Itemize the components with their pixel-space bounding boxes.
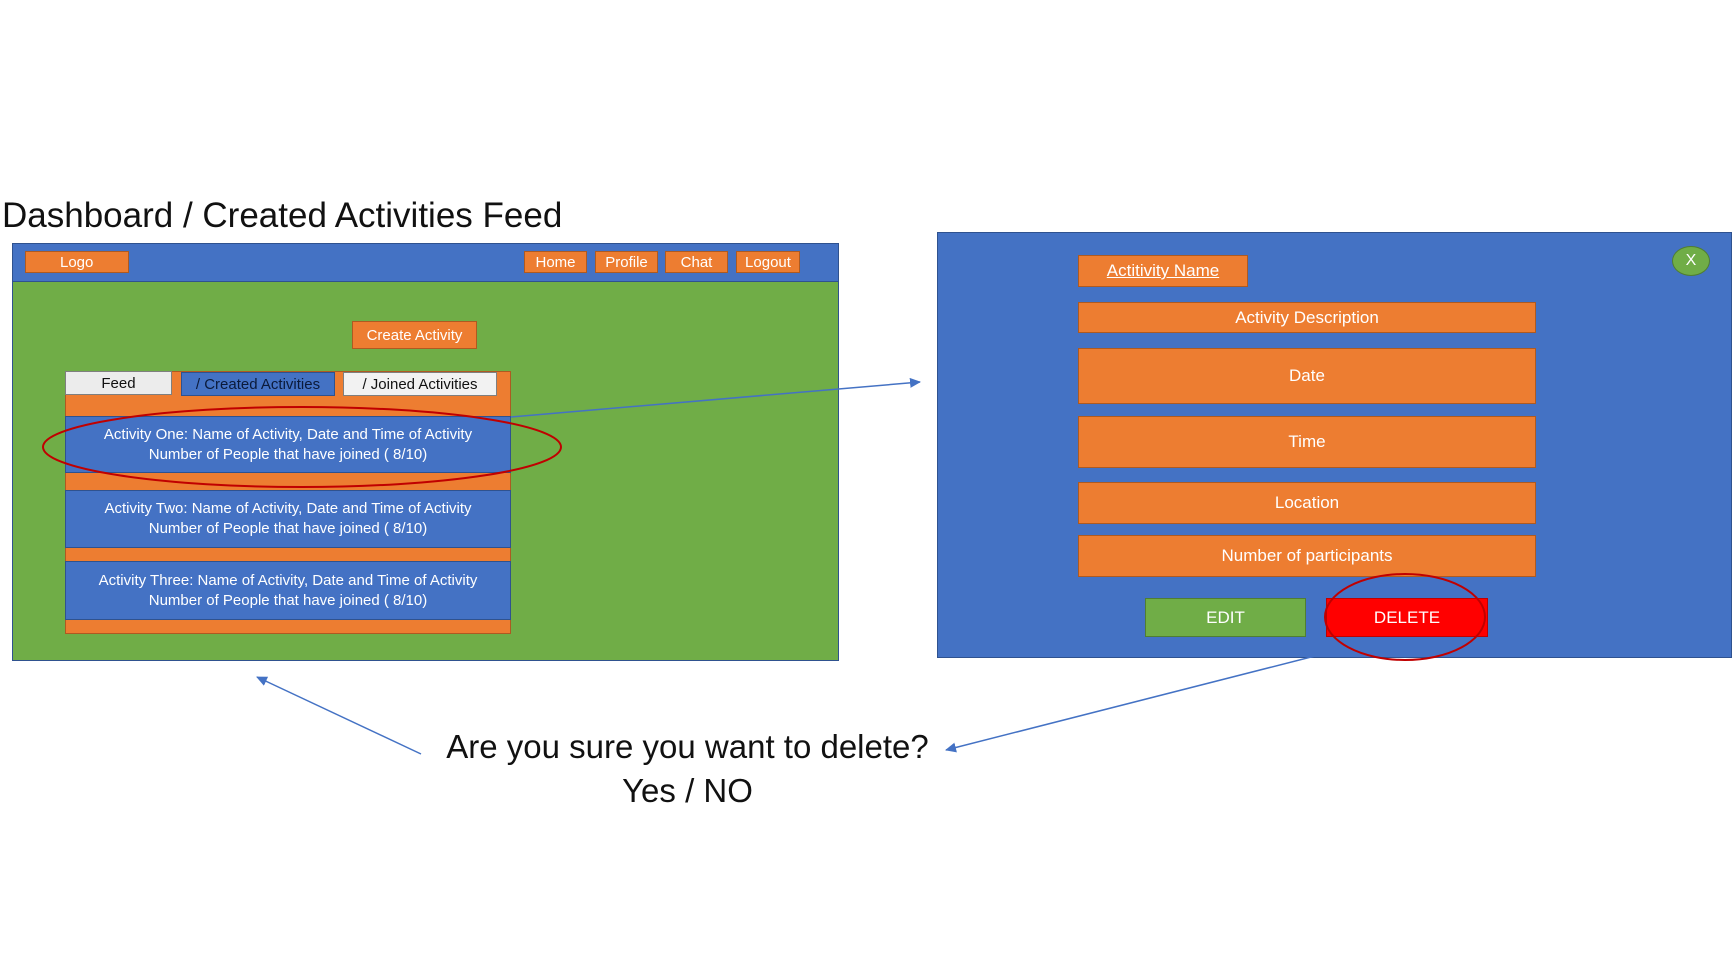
arrow-to-confirm bbox=[945, 655, 1316, 753]
annotation-overlay bbox=[42, 377, 1486, 755]
highlight-ellipse-delete bbox=[1324, 573, 1486, 661]
highlight-ellipse-activity bbox=[42, 406, 562, 488]
arrow-back-to-dashboard bbox=[256, 676, 422, 755]
arrow-to-modal bbox=[510, 377, 921, 418]
